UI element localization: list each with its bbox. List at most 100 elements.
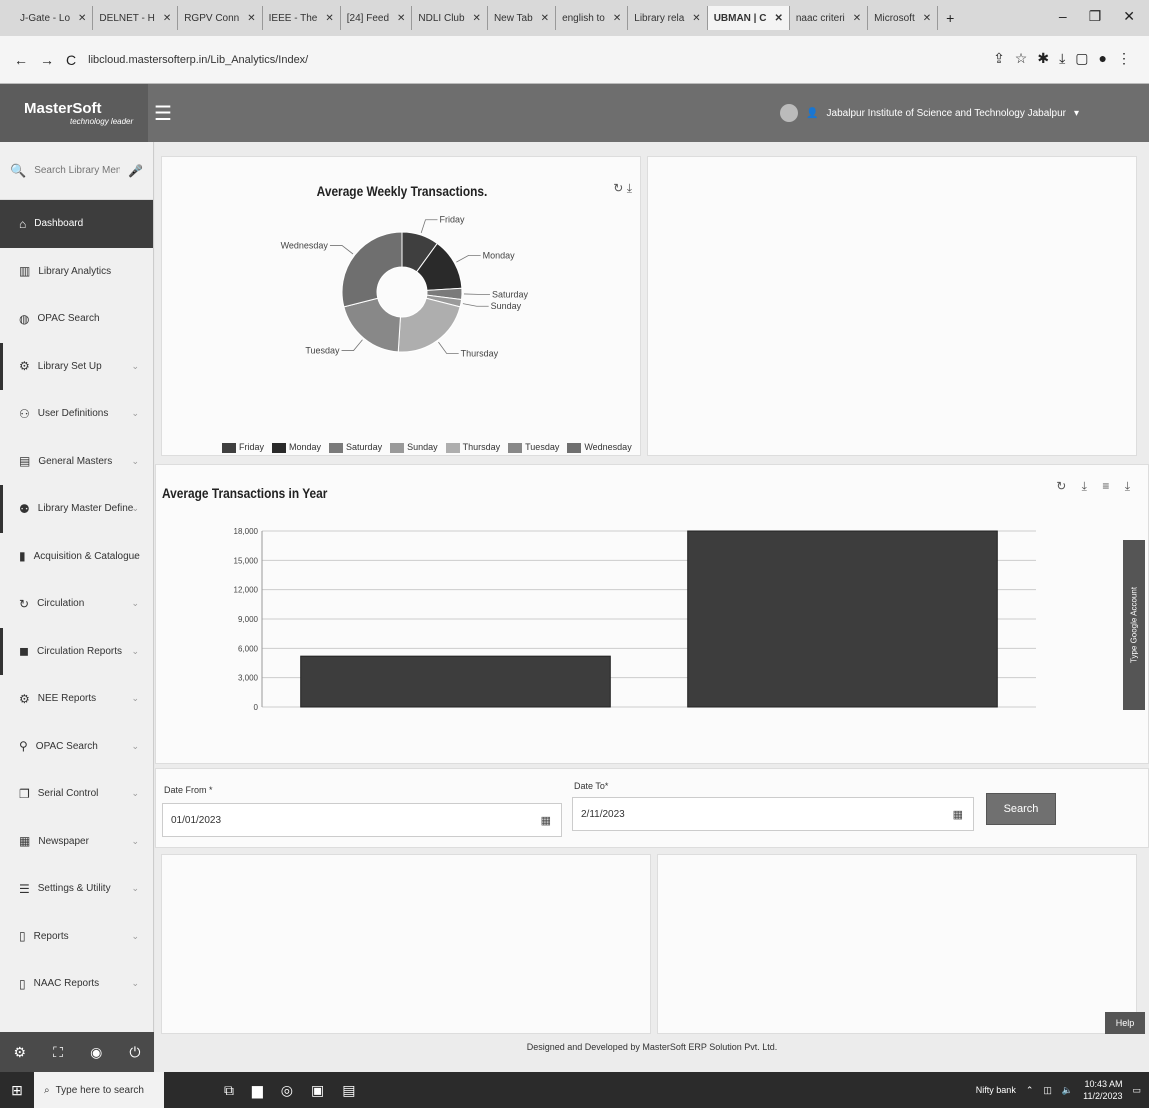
- legend-item[interactable]: Friday: [222, 442, 264, 453]
- extensions-icon[interactable]: ✱: [1037, 50, 1049, 67]
- chevron-up-icon[interactable]: ⌃: [1026, 1085, 1034, 1096]
- legend-item[interactable]: Wednesday: [567, 442, 632, 453]
- search-button[interactable]: Search: [986, 793, 1056, 825]
- browser-tab[interactable]: IEEE - The ✕: [263, 6, 341, 30]
- tab-close-icon[interactable]: ✕: [325, 13, 333, 24]
- sidebar-item-newspaper[interactable]: ▦ Newspaper ⌄: [0, 818, 153, 866]
- calendar-icon[interactable]: ▦: [953, 808, 963, 821]
- sidebar-item-circulation-reports[interactable]: ◼ Circulation Reports ⌄: [0, 627, 153, 675]
- tab-close-icon[interactable]: ✕: [247, 13, 255, 24]
- minimize-icon[interactable]: –: [1059, 8, 1067, 25]
- notification-icon[interactable]: ▭: [1132, 1085, 1141, 1096]
- browser-tab[interactable]: NDLI Club ✕: [412, 6, 488, 30]
- institute-menu[interactable]: 👤 Jabalpur Institute of Science and Tech…: [780, 104, 1079, 122]
- forward-icon[interactable]: →: [40, 52, 54, 68]
- menu-icon[interactable]: ⋮: [1117, 50, 1131, 67]
- windows-start-icon[interactable]: ⊞: [0, 1082, 34, 1099]
- url-field[interactable]: libcloud.mastersofterp.in/Lib_Analytics/…: [88, 54, 308, 66]
- sidebar-item-library-master-define[interactable]: ⚉ Library Master Define ⌄: [0, 485, 153, 533]
- browser-tab[interactable]: Microsoft ✕: [868, 6, 939, 30]
- sidebar-item-circulation[interactable]: ↻ Circulation ⌄: [0, 580, 153, 628]
- app-icon[interactable]: ▣: [311, 1082, 324, 1099]
- window-icon[interactable]: ▢: [1075, 50, 1088, 67]
- restore-icon[interactable]: ❐: [1089, 8, 1102, 25]
- legend-item[interactable]: Thursday: [445, 442, 500, 453]
- fullscreen-icon[interactable]: ⛶: [53, 1044, 63, 1061]
- browser-tab[interactable]: [24] Feed ✕: [341, 6, 413, 30]
- browser-tab[interactable]: Library rela ✕: [628, 6, 708, 30]
- lock-icon[interactable]: ◉: [90, 1044, 102, 1061]
- tab-close-icon[interactable]: ✕: [692, 13, 700, 24]
- donut-slice-thursday[interactable]: [397, 297, 461, 353]
- tab-close-icon[interactable]: ✕: [613, 13, 621, 24]
- donut-slice-wednesday[interactable]: [341, 231, 403, 308]
- power-icon[interactable]: ⏻: [129, 1044, 140, 1061]
- tray-ticker[interactable]: Nifty bank: [976, 1085, 1016, 1095]
- sidebar-search-input[interactable]: [34, 165, 121, 176]
- browser-tab[interactable]: naac criteri ✕: [790, 6, 869, 30]
- tab-close-icon[interactable]: ✕: [397, 13, 405, 24]
- sidebar-item-nee-reports[interactable]: ⚙ NEE Reports ⌄: [0, 675, 153, 723]
- tab-close-icon[interactable]: ✕: [473, 13, 481, 24]
- browser-icon[interactable]: ◎: [281, 1082, 293, 1099]
- app-icon[interactable]: ▤: [342, 1082, 355, 1099]
- help-button[interactable]: Help: [1105, 1012, 1145, 1034]
- taskbar-search[interactable]: ⌕ Type here to search: [34, 1072, 164, 1108]
- microphone-icon[interactable]: 🎤: [128, 164, 143, 178]
- browser-tab[interactable]: english to ✕: [556, 6, 629, 30]
- reload-icon[interactable]: C: [66, 52, 76, 68]
- sidebar-item-user-definitions[interactable]: ⚇ User Definitions ⌄: [0, 390, 153, 438]
- image-download-icon[interactable]: ⤓: [1082, 479, 1093, 493]
- file-explorer-icon[interactable]: ▆: [252, 1082, 263, 1099]
- sidebar-item-opac-search[interactable]: ⚲ OPAC Search ⌄: [0, 723, 153, 771]
- sidebar-item-settings-utility[interactable]: ☰ Settings & Utility ⌄: [0, 865, 153, 913]
- browser-tab[interactable]: J-Gate - Lo ✕: [14, 6, 94, 30]
- sidebar-item-acquisition-catalogue[interactable]: ▮ Acquisition & Catalogue ⌄: [0, 533, 153, 581]
- sidebar-item-dashboard[interactable]: ⌂ Dashboard: [0, 200, 153, 248]
- task-view-icon[interactable]: ⧉: [224, 1082, 234, 1099]
- network-icon[interactable]: ◫: [1043, 1085, 1052, 1096]
- donut-slice-tuesday[interactable]: [343, 297, 401, 353]
- refresh-icon[interactable]: ↻: [1056, 479, 1072, 493]
- tab-close-icon[interactable]: ✕: [853, 13, 861, 24]
- sidebar-item-naac-reports[interactable]: ▯ NAAC Reports ⌄: [0, 960, 153, 1008]
- table-icon[interactable]: ≡: [1102, 479, 1115, 493]
- sidebar-item-library-analytics[interactable]: ▥ Library Analytics: [0, 248, 153, 296]
- sidebar-item-serial-control[interactable]: ❐ Serial Control ⌄: [0, 770, 153, 818]
- sidebar-item-library-set-up[interactable]: ⚙ Library Set Up ⌄: [0, 342, 153, 390]
- legend-item[interactable]: Sunday: [390, 442, 438, 453]
- hamburger-menu-icon[interactable]: ☰: [154, 101, 172, 126]
- google-account-tab[interactable]: Type Google Account: [1123, 540, 1145, 710]
- date-to-input[interactable]: 2/11/2023 ▦: [572, 797, 974, 831]
- clock[interactable]: 10:43 AM 11/2/2023: [1083, 1078, 1122, 1102]
- bar-1[interactable]: [687, 530, 998, 708]
- date-from-input[interactable]: 01/01/2023 ▦: [162, 803, 562, 837]
- tab-close-icon[interactable]: ✕: [78, 13, 86, 24]
- tab-close-icon[interactable]: ✕: [923, 13, 931, 24]
- back-icon[interactable]: ←: [14, 52, 28, 68]
- new-tab-icon[interactable]: +: [946, 10, 954, 26]
- download-icon[interactable]: ⤓: [1059, 50, 1065, 67]
- download-icon[interactable]: ⤓: [1125, 479, 1136, 493]
- sidebar-item-opac-search[interactable]: ◍ OPAC Search: [0, 295, 153, 343]
- sidebar-item-general-masters[interactable]: ▤ General Masters ⌄: [0, 438, 153, 486]
- browser-tab[interactable]: New Tab ✕: [488, 6, 557, 30]
- legend-item[interactable]: Monday: [272, 442, 321, 453]
- close-icon[interactable]: ✕: [1123, 8, 1135, 25]
- volume-icon[interactable]: 🔈: [1062, 1085, 1073, 1096]
- star-icon[interactable]: ☆: [1015, 50, 1028, 67]
- settings-icon[interactable]: ⚙: [14, 1044, 27, 1061]
- share-icon[interactable]: ⇪: [993, 50, 1005, 67]
- browser-tab[interactable]: DELNET - H ✕: [93, 6, 179, 30]
- logo[interactable]: MasterSoft technology leader: [0, 84, 148, 142]
- browser-tab[interactable]: UBMAN | C ✕: [707, 6, 790, 30]
- tab-close-icon[interactable]: ✕: [163, 13, 171, 24]
- calendar-icon[interactable]: ▦: [541, 814, 551, 827]
- bar-0[interactable]: [300, 655, 611, 708]
- legend-item[interactable]: Tuesday: [508, 442, 559, 453]
- legend-item[interactable]: Saturday: [329, 442, 382, 453]
- profile-icon[interactable]: ●: [1099, 50, 1107, 67]
- browser-tab[interactable]: RGPV Conn ✕: [178, 6, 263, 30]
- tab-close-icon[interactable]: ✕: [774, 13, 782, 24]
- tab-close-icon[interactable]: ✕: [541, 13, 549, 24]
